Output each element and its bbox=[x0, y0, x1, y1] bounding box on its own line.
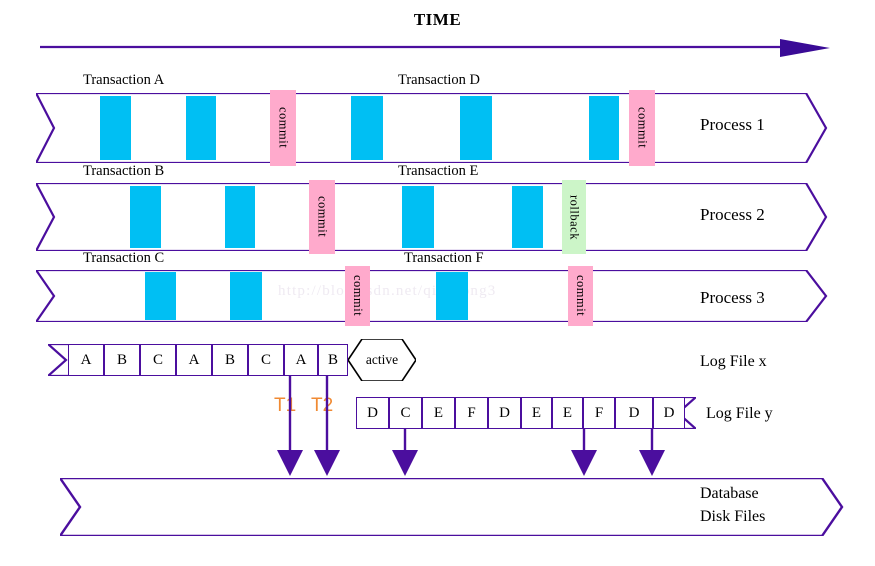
transaction-label-e: Transaction E bbox=[398, 163, 479, 179]
process-3-commit-2: commit bbox=[568, 266, 593, 326]
process-1-commit-1: commit bbox=[270, 90, 296, 166]
process-1-op-4 bbox=[351, 96, 383, 160]
process-1-label: Process 1 bbox=[700, 115, 765, 134]
time-axis-arrow bbox=[40, 38, 830, 64]
database-label-line2: Disk Files bbox=[700, 508, 766, 525]
process-3-op-1 bbox=[145, 272, 176, 320]
process-3-label: Process 3 bbox=[700, 288, 765, 307]
process-2-op-2 bbox=[225, 186, 255, 248]
process-1-op-1 bbox=[100, 96, 131, 160]
process-2-op-5 bbox=[512, 186, 543, 248]
flush-arrows-group bbox=[0, 370, 875, 480]
log-file-x-label: Log File x bbox=[700, 353, 767, 370]
process-1-op-5 bbox=[460, 96, 492, 160]
process-2-label: Process 2 bbox=[700, 205, 765, 224]
page-title: TIME bbox=[413, 10, 462, 29]
transaction-label-c: Transaction C bbox=[83, 250, 165, 266]
process-3-op-2 bbox=[230, 272, 262, 320]
process-3-commit-1: commit bbox=[345, 266, 370, 326]
transaction-label-d: Transaction D bbox=[398, 72, 481, 88]
process-2-op-1 bbox=[130, 186, 161, 248]
diagram-canvas: TIME Transaction A Transaction D commit … bbox=[0, 0, 875, 566]
process-2-commit-1: commit bbox=[309, 180, 335, 254]
process-2-op-4 bbox=[402, 186, 434, 248]
process-3-op-4 bbox=[436, 272, 468, 320]
database-label-line1: Database bbox=[700, 485, 759, 502]
process-2-rollback: rollback bbox=[562, 180, 586, 254]
transaction-label-a: Transaction A bbox=[83, 72, 165, 88]
process-1-commit-2: commit bbox=[629, 90, 655, 166]
process-1-op-6 bbox=[589, 96, 619, 160]
transaction-label-b: Transaction B bbox=[83, 163, 165, 179]
transaction-label-f: Transaction F bbox=[404, 250, 484, 266]
process-1-op-2 bbox=[186, 96, 216, 160]
